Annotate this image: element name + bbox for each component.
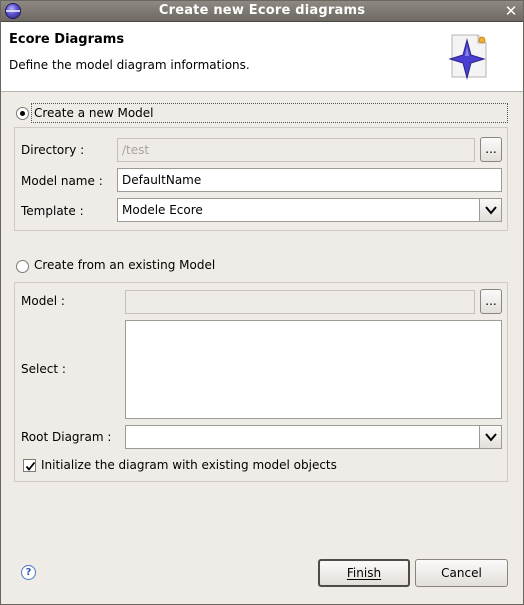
- directory-field[interactable]: /test: [117, 138, 475, 162]
- close-icon[interactable]: ✕: [502, 2, 520, 20]
- chevron-down-icon[interactable]: [479, 426, 501, 448]
- create-existing-model-radio[interactable]: [16, 260, 29, 273]
- ecore-diagram-icon: [448, 34, 487, 80]
- cancel-button[interactable]: Cancel: [415, 559, 508, 587]
- initialize-diagram-checkbox[interactable]: [23, 459, 36, 472]
- wizard-description: Define the model diagram informations.: [9, 58, 250, 72]
- initialize-diagram-label[interactable]: Initialize the diagram with existing mod…: [41, 458, 337, 472]
- model-name-input[interactable]: DefaultName: [117, 168, 502, 192]
- select-label: Select :: [21, 362, 66, 376]
- model-name-label: Model name :: [21, 174, 103, 188]
- chevron-down-icon[interactable]: [479, 199, 501, 221]
- select-list[interactable]: [125, 320, 502, 419]
- directory-label: Directory :: [21, 143, 85, 157]
- finish-button[interactable]: Finish: [318, 559, 410, 587]
- template-label: Template :: [21, 204, 84, 218]
- model-label: Model :: [21, 294, 65, 308]
- wizard-header: Ecore Diagrams Define the model diagram …: [0, 22, 524, 92]
- model-browse-button[interactable]: ...: [480, 289, 502, 314]
- window-titlebar: Create new Ecore diagrams ✕: [0, 0, 524, 22]
- template-selected-value: Modele Ecore: [122, 203, 203, 217]
- help-icon[interactable]: ?: [21, 565, 36, 580]
- finish-label: Finish: [346, 566, 382, 580]
- create-new-model-radio[interactable]: [16, 107, 29, 120]
- wizard-title: Ecore Diagrams: [9, 32, 125, 47]
- root-diagram-label: Root Diagram :: [21, 430, 112, 444]
- directory-browse-button[interactable]: ...: [480, 137, 502, 162]
- template-select[interactable]: Modele Ecore: [117, 198, 502, 222]
- model-field[interactable]: [125, 290, 475, 314]
- create-existing-model-label[interactable]: Create from an existing Model: [34, 258, 215, 272]
- window-title: Create new Ecore diagrams: [158, 3, 366, 18]
- create-new-model-label[interactable]: Create a new Model: [34, 106, 154, 120]
- root-diagram-select[interactable]: [125, 425, 502, 449]
